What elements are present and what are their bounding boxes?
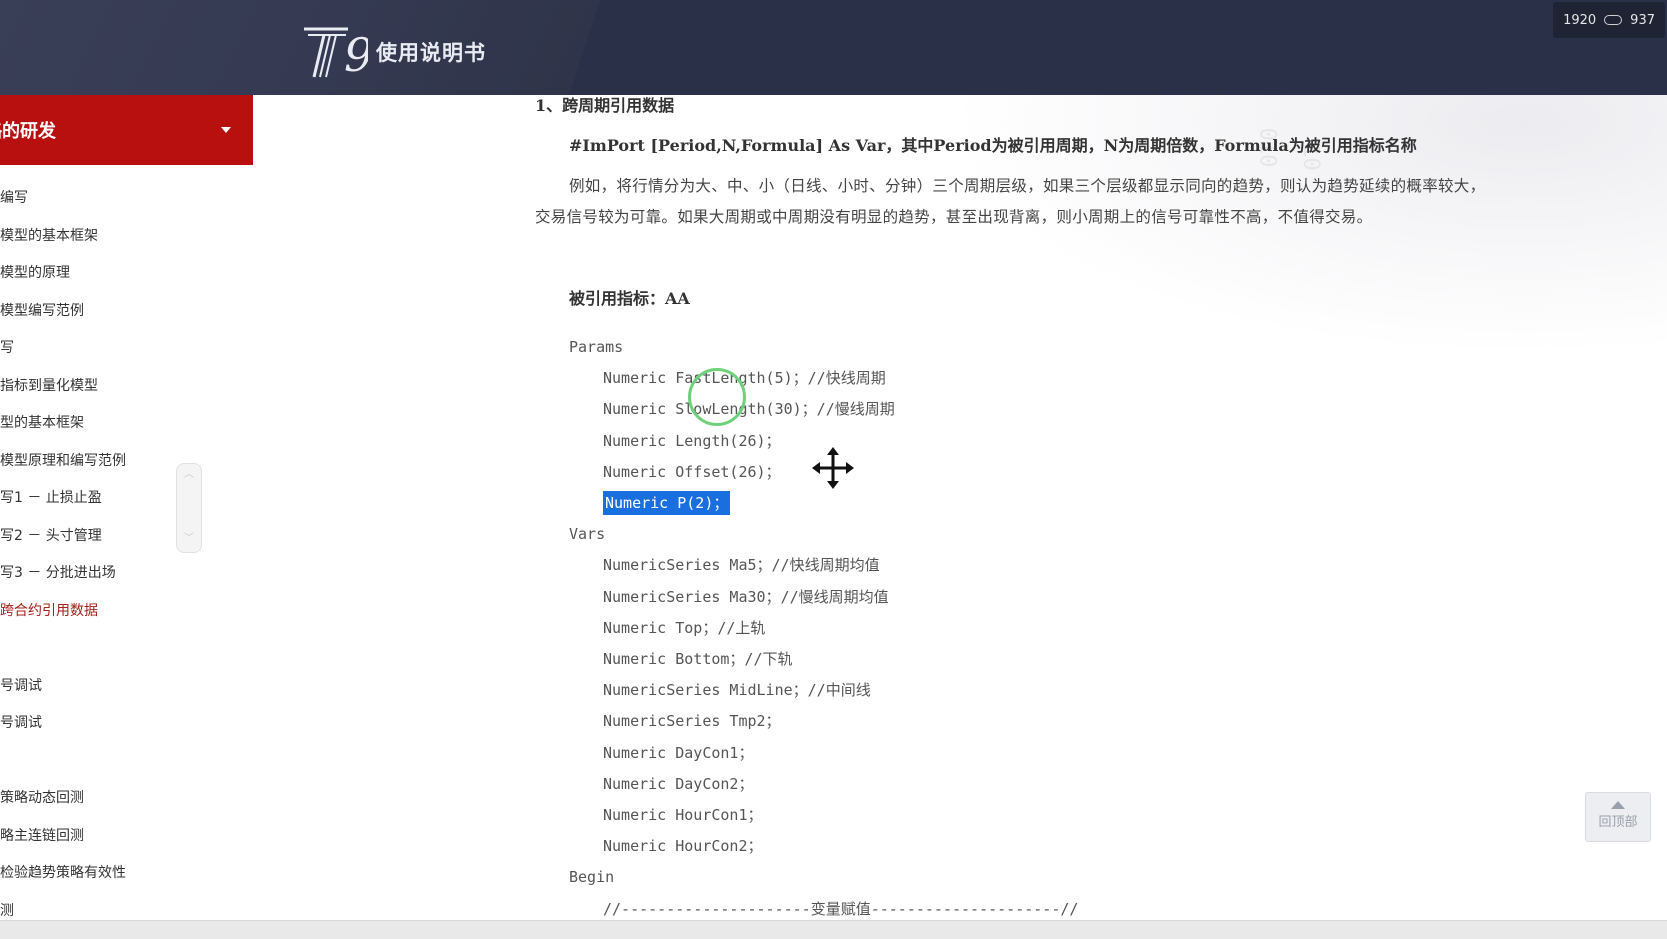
code-line: Numeric Length(26)； xyxy=(603,431,781,450)
code-line: Numeric Top；//上轨 xyxy=(603,618,766,637)
cursor-highlight-ring xyxy=(688,368,746,426)
sidebar-section-title: 略的研发 xyxy=(0,121,56,142)
sidebar-item[interactable]: 模型的基本框架 xyxy=(0,405,239,443)
section-title: 1、跨周期引用数据 xyxy=(535,96,675,115)
sidebar-item-active[interactable]: 期跨合约引用数据 xyxy=(0,593,239,631)
sidebar-section-header[interactable]: 略的研发 xyxy=(0,95,253,165)
code-line: Numeric Offset(26)； xyxy=(603,462,781,481)
code-line: Numeric SlowLength(30)；//慢线周期 xyxy=(603,400,895,419)
sidebar-spacer xyxy=(0,743,253,781)
link-icon xyxy=(1604,15,1623,25)
code-line: Numeric HourCon1； xyxy=(603,806,763,824)
code-line: Numeric DayCon1； xyxy=(603,743,754,762)
code-line: Numeric Bottom；//下轨 xyxy=(603,650,793,668)
sidebar-nav: 的编写 流模型的基本框架 流模型的原理 流模型编写范例 编写 术指标到量化模型 … xyxy=(0,180,253,920)
code-line: NumericSeries Tmp2； xyxy=(603,712,781,731)
code-line: Vars xyxy=(569,525,606,544)
resolution-width: 1920 xyxy=(1563,12,1597,28)
code-line: Numeric HourCon2； xyxy=(603,837,763,856)
resolution-height: 937 xyxy=(1630,12,1655,28)
code-line: Params xyxy=(569,338,624,356)
arrow-up-icon xyxy=(1611,801,1625,809)
scroll-up-icon[interactable]: ︿ xyxy=(184,470,194,480)
code-line: NumericSeries Ma30；//慢线周期均值 xyxy=(603,587,889,606)
referenced-indicator-label: 被引用指标：AA xyxy=(569,289,690,308)
code-line: Begin xyxy=(569,868,615,887)
code-line: NumericSeries MidLine；//中间线 xyxy=(603,681,871,700)
sidebar-spacer xyxy=(0,630,253,668)
description-paragraph: 例如，将行情分为大、中、小（日线、小时、分钟）三个周期层级，如果三个层级都显示同… xyxy=(535,177,1486,226)
code-line: Numeric DayCon2； xyxy=(603,774,754,793)
bottom-scrollbar[interactable] xyxy=(0,920,1667,939)
sidebar-item[interactable]: 流模型的基本框架 xyxy=(0,218,239,256)
syntax-line: #ImPort [Period,N,Formula] As Var，其中Peri… xyxy=(569,136,1417,155)
sidebar-item[interactable]: 策略主连链回测 xyxy=(0,818,239,856)
header-band xyxy=(0,0,600,95)
caret-down-icon[interactable] xyxy=(221,127,231,133)
back-to-top-label: 回顶部 xyxy=(1598,815,1638,830)
sidebar-item[interactable]: 流模型的原理 xyxy=(0,255,239,293)
sidebar-item[interactable]: 编写1 － 止损止盈 xyxy=(0,480,239,518)
svg-text:9: 9 xyxy=(344,28,368,81)
logo-text: 使用说明书 xyxy=(376,41,486,65)
sidebar-item[interactable]: 信号调试 xyxy=(0,705,239,743)
sidebar-item[interactable]: 流模型编写范例 xyxy=(0,293,239,331)
sidebar-scrollbar[interactable]: ︿ ﹀ xyxy=(176,463,202,553)
sidebar-item[interactable]: 的编写 xyxy=(0,180,239,218)
code-line: NumericSeries Ma5；//快线周期均值 xyxy=(603,556,880,575)
sidebar-item[interactable]: 信号调试 xyxy=(0,668,239,706)
t9-logo-icon: 9 xyxy=(304,27,368,81)
back-to-top-button[interactable]: 回顶部 xyxy=(1585,792,1651,842)
resolution-badge: 1920 937 xyxy=(1553,2,1665,38)
sidebar: 略的研发 的编写 流模型的基本框架 流模型的原理 流模型编写范例 编写 术指标到… xyxy=(0,95,254,920)
sidebar-item[interactable]: 编写2 － 头寸管理 xyxy=(0,518,239,556)
sidebar-item[interactable]: 编写 xyxy=(0,330,239,368)
sidebar-item[interactable]: 术指标到量化模型 xyxy=(0,368,239,406)
sidebar-item[interactable]: 编写3 － 分批进出场 xyxy=(0,555,239,593)
sidebar-item[interactable]: 流策略动态回测 xyxy=(0,780,239,818)
main-content: 010 10 1、跨周期引用数据 #ImPort [Period,N,Formu… xyxy=(253,95,1667,920)
logo[interactable]: 9 使用说明书 xyxy=(302,22,486,82)
move-cursor-icon xyxy=(812,447,854,489)
sidebar-item[interactable]: 回测 xyxy=(0,893,239,921)
sidebar-item[interactable]: 度检验趋势策略有效性 xyxy=(0,855,239,893)
top-header: 9 使用说明书 1920 937 xyxy=(0,0,1667,95)
code-line: //---------------------变量赋值-------------… xyxy=(603,899,1079,918)
scroll-down-icon[interactable]: ﹀ xyxy=(184,534,194,544)
sidebar-item[interactable]: 价模型原理和编写范例 xyxy=(0,443,239,481)
code-line-selected: Numeric P(2)； xyxy=(603,491,731,515)
